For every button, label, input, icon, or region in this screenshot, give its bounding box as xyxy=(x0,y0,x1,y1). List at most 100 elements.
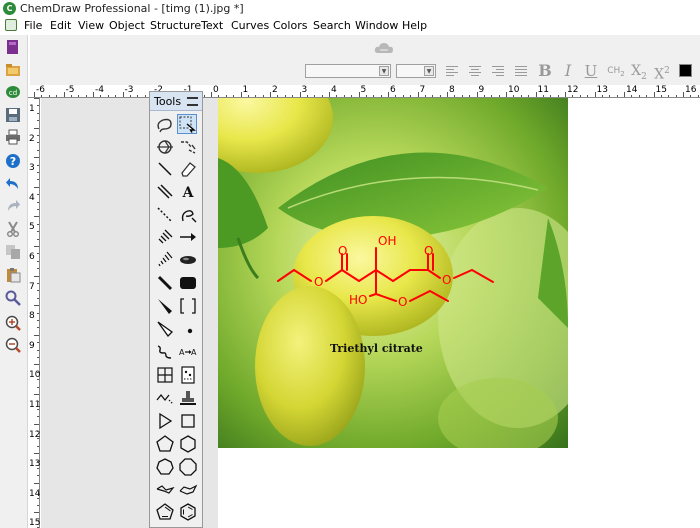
cyclopentadiene-icon[interactable] xyxy=(155,502,175,522)
hashed-bond-icon[interactable] xyxy=(155,227,175,247)
menu-curves[interactable]: Curves xyxy=(231,19,269,32)
redo-icon[interactable] xyxy=(5,198,21,214)
menu-search[interactable]: Search xyxy=(313,19,351,32)
ruler-minor-tick xyxy=(491,95,493,97)
cyclooctane-icon[interactable] xyxy=(178,457,198,477)
help-icon[interactable]: ? xyxy=(5,153,21,169)
cloud-sync-icon[interactable] xyxy=(373,41,395,55)
font-name-select[interactable]: ▼ xyxy=(305,64,391,78)
ruler-minor-tick xyxy=(306,95,308,97)
drawing-elements-icon[interactable] xyxy=(178,273,198,293)
underline-button[interactable]: U xyxy=(582,62,600,80)
new-document-icon[interactable] xyxy=(5,39,21,55)
atom-o-ketone-right: O xyxy=(424,244,433,258)
ruler-minor-tick xyxy=(255,95,257,97)
hollow-wedge-icon[interactable] xyxy=(155,319,175,339)
structure-perspective-icon[interactable] xyxy=(155,137,175,157)
cyclohexane-icon[interactable] xyxy=(178,434,198,454)
align-center-button[interactable] xyxy=(466,62,484,80)
chair-cyclohexane-1-icon[interactable] xyxy=(155,480,175,500)
svg-text:?: ? xyxy=(10,155,16,168)
bold-bond-icon[interactable] xyxy=(155,273,175,293)
text-tool-icon[interactable]: A xyxy=(178,182,198,202)
hashed-wedge-icon[interactable] xyxy=(155,250,175,270)
subscript-button[interactable]: X2 xyxy=(630,62,648,82)
ruler-minor-tick xyxy=(37,327,39,329)
benzene-icon[interactable] xyxy=(178,502,198,522)
arrow-tool-icon[interactable] xyxy=(178,227,198,247)
double-bond-icon[interactable] xyxy=(155,182,175,202)
justify-button[interactable] xyxy=(512,62,530,80)
ruler-minor-tick xyxy=(203,95,205,97)
menu-text[interactable]: Text xyxy=(201,19,223,32)
chemical-structure[interactable]: O O OH O O HO O xyxy=(218,98,568,448)
menu-structure[interactable]: Structure xyxy=(150,19,201,32)
print-icon[interactable] xyxy=(5,129,21,145)
italic-button[interactable]: I xyxy=(559,62,577,80)
cyclopentane-icon[interactable] xyxy=(155,434,175,454)
menu-bar: File Edit View Object Structure Text Cur… xyxy=(0,17,700,35)
ruler-minor-tick xyxy=(37,105,39,107)
tools-palette-header[interactable]: Tools xyxy=(150,92,202,111)
chemdraw-icon[interactable]: cd xyxy=(5,84,21,100)
cycloheptane-icon[interactable] xyxy=(155,457,175,477)
font-size-select[interactable]: ▼ xyxy=(396,64,436,78)
eraser-icon[interactable] xyxy=(178,159,198,179)
query-tool-icon[interactable]: AA xyxy=(178,342,198,362)
solid-bond-icon[interactable] xyxy=(155,159,175,179)
acyclic-chain-icon[interactable] xyxy=(155,388,175,408)
ruler-minor-tick xyxy=(461,95,463,97)
table-tool-icon[interactable] xyxy=(155,365,175,385)
ruler-tick xyxy=(34,98,39,99)
cyclobutane-icon[interactable] xyxy=(178,411,198,431)
bold-button[interactable]: B xyxy=(536,62,554,80)
paste-icon[interactable] xyxy=(5,267,21,283)
find-structure-icon[interactable] xyxy=(5,290,21,306)
wavy-bond-icon[interactable] xyxy=(155,342,175,362)
wedge-bond-icon[interactable] xyxy=(155,296,175,316)
tlc-plate-icon[interactable] xyxy=(178,365,198,385)
cut-icon[interactable] xyxy=(5,221,21,237)
mass-fragmentation-icon[interactable] xyxy=(178,137,198,157)
align-right-button[interactable] xyxy=(489,62,507,80)
menu-help[interactable]: Help xyxy=(402,19,427,32)
copy-icon[interactable] xyxy=(5,244,21,260)
ruler-minor-tick xyxy=(616,95,618,97)
cyclopropane-icon[interactable] xyxy=(155,411,175,431)
menu-view[interactable]: View xyxy=(78,19,104,32)
menu-window[interactable]: Window xyxy=(355,19,398,32)
zoom-out-icon[interactable] xyxy=(5,337,21,353)
align-left-button[interactable] xyxy=(443,62,461,80)
ruler-minor-tick xyxy=(550,95,552,97)
compound-caption[interactable]: Triethyl citrate xyxy=(330,342,423,355)
svg-text:cd: cd xyxy=(9,89,17,97)
lasso-tool-icon[interactable] xyxy=(155,115,175,135)
superscript-button[interactable]: X2 xyxy=(653,62,671,83)
chemical-symbols-icon[interactable] xyxy=(178,319,198,339)
open-folder-icon[interactable] xyxy=(5,62,21,78)
document-icon[interactable] xyxy=(5,19,17,31)
ruler-tick xyxy=(211,92,212,97)
dashed-bond-icon[interactable] xyxy=(155,205,175,225)
brackets-tool-icon[interactable] xyxy=(178,296,198,316)
pen-tool-icon[interactable] xyxy=(178,205,198,225)
formula-button[interactable]: CH2 xyxy=(605,62,627,80)
undo-icon[interactable] xyxy=(5,176,21,192)
menu-colors[interactable]: Colors xyxy=(273,19,307,32)
menu-object[interactable]: Object xyxy=(109,19,145,32)
zoom-in-icon[interactable] xyxy=(5,315,21,331)
palette-menu-icon[interactable] xyxy=(187,97,198,106)
menu-edit[interactable]: Edit xyxy=(50,19,71,32)
templates-tool-icon[interactable] xyxy=(178,388,198,408)
ruler-tick xyxy=(34,157,39,159)
marquee-tool[interactable] xyxy=(177,114,197,134)
orbital-tool-icon[interactable] xyxy=(178,250,198,270)
text-color-swatch[interactable] xyxy=(679,64,692,77)
chair-cyclohexane-2-icon[interactable] xyxy=(178,480,198,500)
ruler-minor-tick xyxy=(37,505,39,506)
menu-file[interactable]: File xyxy=(24,19,42,32)
save-icon[interactable] xyxy=(5,107,21,123)
ruler-label: 15 xyxy=(655,85,667,95)
ruler-tick xyxy=(34,423,39,425)
ruler-minor-tick xyxy=(284,95,286,97)
